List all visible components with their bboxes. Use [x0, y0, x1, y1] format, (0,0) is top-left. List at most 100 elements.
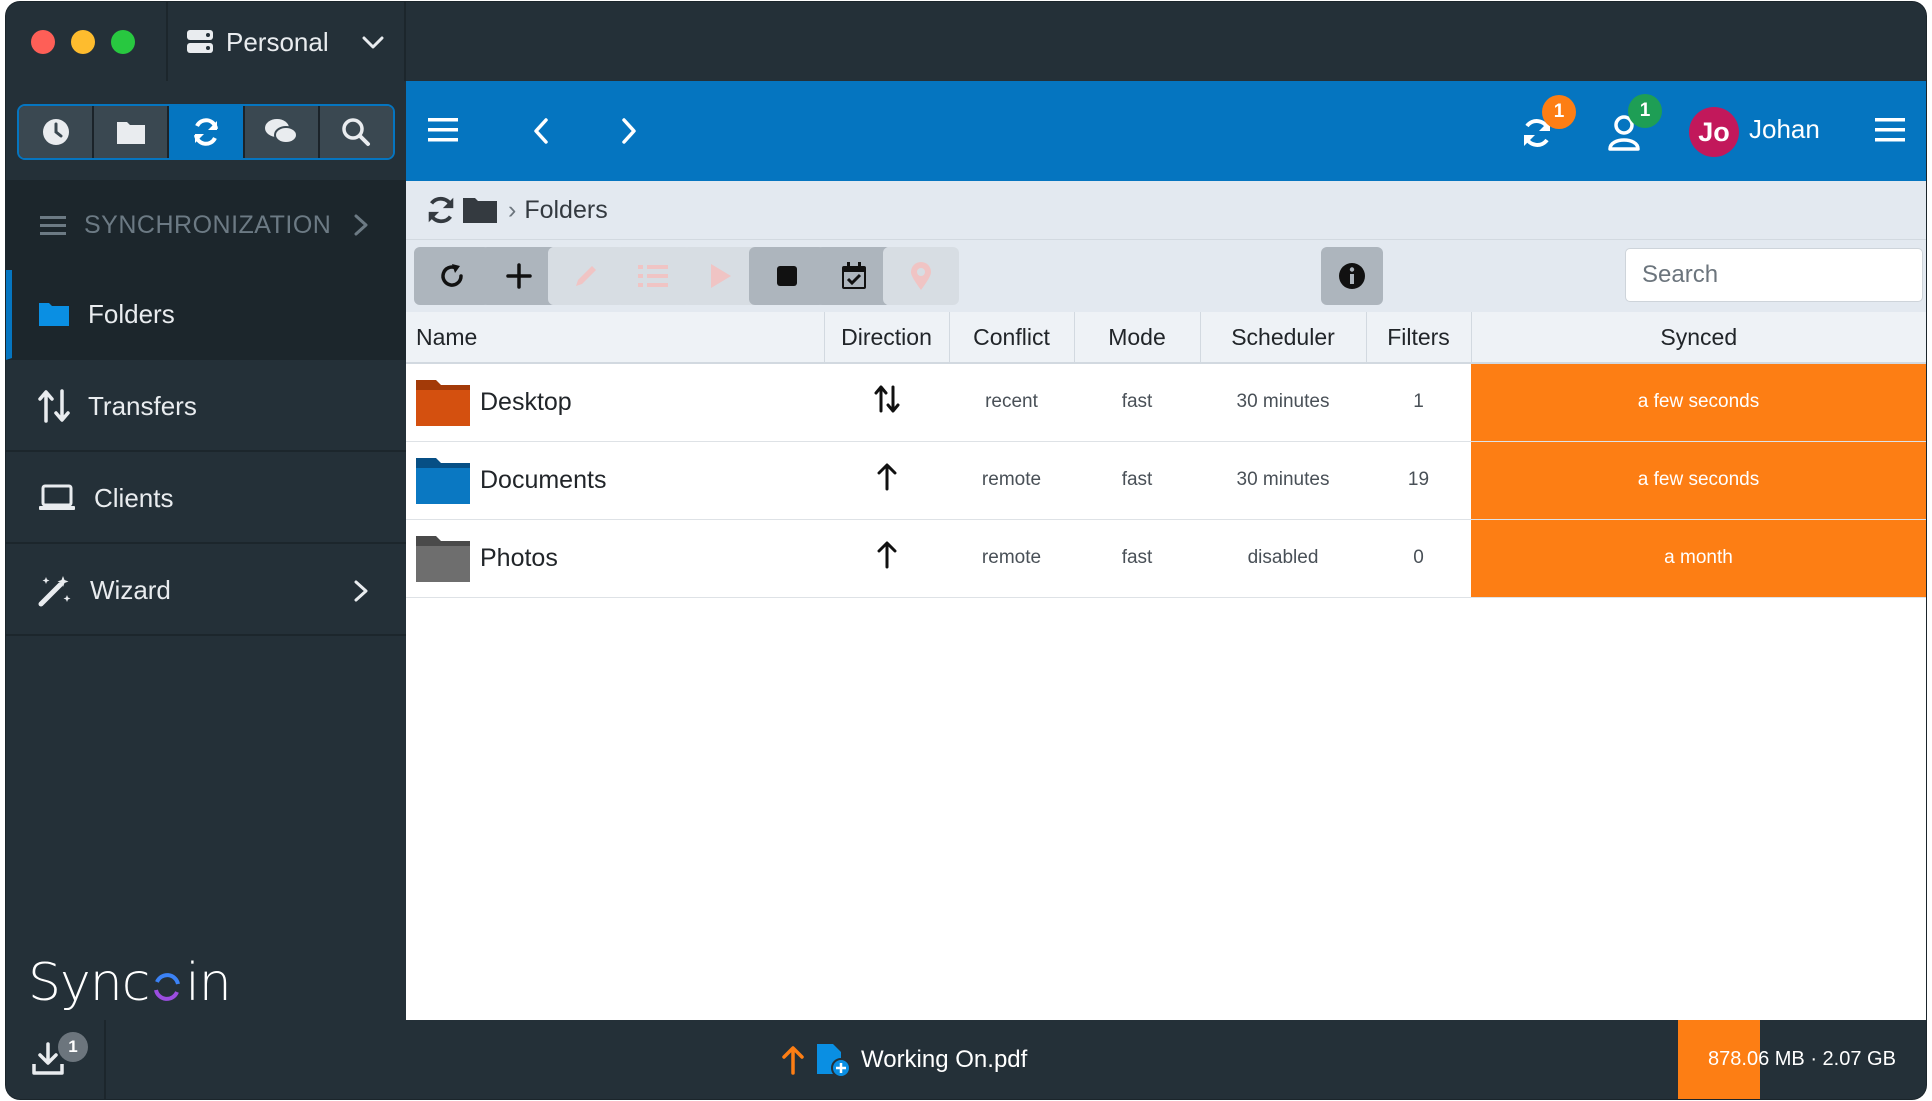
profile-selector[interactable]: Personal [186, 24, 384, 60]
cell-mode: fast [1074, 519, 1200, 598]
minimize-window-button[interactable] [71, 30, 95, 54]
stop-icon [777, 266, 797, 286]
refresh-button[interactable] [414, 247, 490, 305]
server-icon [187, 30, 213, 53]
back-icon[interactable] [531, 117, 551, 145]
play-icon [711, 264, 731, 288]
downloads-badge: 1 [58, 1032, 88, 1062]
divider [166, 2, 168, 81]
schedule-button[interactable] [816, 247, 892, 305]
column-header-scheduler[interactable]: Scheduler [1199, 312, 1366, 364]
folder-icon [416, 458, 470, 504]
wand-icon [38, 576, 71, 607]
cell-name: Desktop [406, 363, 824, 442]
sidebar-section-header[interactable]: SYNCHRONIZATION [6, 180, 406, 270]
start-sync-button[interactable] [682, 247, 758, 305]
table-header-row: Name Direction Conflict Mode Scheduler F… [406, 312, 1926, 364]
tab-sync[interactable] [169, 106, 245, 158]
folder-icon [416, 380, 470, 427]
sidebar-item-label: Transfers [88, 390, 197, 421]
sidebar-item-label: Clients [94, 482, 174, 513]
chevron-down-icon [362, 36, 384, 49]
file-add-icon [817, 1044, 851, 1078]
refresh-icon [441, 264, 463, 287]
app-window: Personal SYNCHRONIZATION Folders Transfe… [6, 2, 1926, 1099]
breadcrumb-separator: › [508, 195, 517, 224]
info-button[interactable] [1321, 247, 1383, 305]
folder-name: Documents [480, 465, 607, 494]
locate-button[interactable] [883, 247, 959, 305]
column-header-filters[interactable]: Filters [1365, 312, 1471, 364]
divider [104, 1020, 106, 1099]
table-row[interactable]: Desktop recent fast 30 minutes 1 a few s… [406, 363, 1926, 442]
sync-icon[interactable] [424, 193, 458, 227]
tab-recents[interactable] [19, 106, 95, 158]
stop-sync-button[interactable] [749, 247, 825, 305]
cell-direction [824, 519, 949, 598]
app-menu-icon[interactable] [1875, 117, 1905, 143]
column-header-direction[interactable]: Direction [823, 312, 949, 364]
cell-direction [824, 441, 949, 520]
tab-comments[interactable] [244, 106, 320, 158]
folder-icon [39, 303, 69, 326]
sidebar-item-clients[interactable]: Clients [6, 454, 406, 544]
logo-text-left: Sync [28, 953, 150, 1013]
users-badge-count: 1 [1639, 100, 1651, 121]
sync-badge: 1 [1542, 95, 1576, 129]
table-row[interactable]: Photos remote fast disabled 0 a month [406, 519, 1926, 598]
main-content: 1 1 Jo Johan › Folders Search Name Direc… [406, 81, 1926, 1020]
tab-files[interactable] [94, 106, 170, 158]
add-button[interactable] [481, 247, 557, 305]
direction-both-icon [874, 385, 899, 413]
sidebar-section-title: SYNCHRONIZATION [84, 210, 332, 239]
column-header-synced[interactable]: Synced [1470, 312, 1926, 364]
folder-icon [116, 122, 145, 144]
divider [404, 2, 406, 81]
search-icon [342, 118, 371, 146]
list-button[interactable] [615, 247, 691, 305]
forward-icon[interactable] [619, 117, 639, 145]
users-badge: 1 [1628, 94, 1662, 128]
sidebar-item-transfers[interactable]: Transfers [6, 362, 406, 452]
search-input[interactable] [1625, 248, 1923, 302]
cell-synced: a month [1471, 519, 1926, 598]
close-window-button[interactable] [31, 30, 55, 54]
menu-toggle-icon[interactable] [428, 117, 458, 143]
folder-icon[interactable] [462, 195, 498, 225]
sidebar: SYNCHRONIZATION Folders Transfers Client… [6, 81, 406, 1020]
sidebar-item-wizard[interactable]: Wizard [6, 546, 406, 636]
folder-name: Desktop [480, 387, 572, 416]
avatar[interactable]: Jo [1689, 107, 1739, 157]
direction-up-icon [877, 541, 896, 569]
folder-name: Photos [480, 543, 558, 572]
username[interactable]: Johan [1749, 114, 1820, 145]
tab-search[interactable] [319, 106, 393, 158]
sync-in-logo: Sync in [28, 953, 232, 1013]
top-bar: 1 1 Jo Johan [406, 81, 1926, 181]
title-bar: Personal [6, 2, 1926, 81]
chevron-right-icon [354, 214, 368, 236]
maximize-window-button[interactable] [111, 30, 135, 54]
cell-conflict: recent [949, 363, 1074, 442]
direction-up-icon [877, 463, 896, 491]
column-header-mode[interactable]: Mode [1073, 312, 1200, 364]
cell-synced: a few seconds [1471, 441, 1926, 520]
current-transfer[interactable]: Working On.pdf [781, 1042, 1027, 1078]
folder-icon [416, 536, 470, 582]
downloads-badge-count: 1 [68, 1037, 78, 1056]
cell-direction [824, 363, 949, 442]
table-row[interactable]: Documents remote fast 30 minutes 19 a fe… [406, 441, 1926, 520]
cell-conflict: remote [949, 519, 1074, 598]
add-icon [506, 263, 532, 289]
transfers-icon [38, 389, 70, 423]
breadcrumb-current: Folders [524, 195, 608, 224]
cell-filters: 0 [1366, 519, 1471, 598]
cell-mode: fast [1074, 441, 1200, 520]
column-header-name[interactable]: Name [406, 312, 824, 364]
column-header-conflict[interactable]: Conflict [948, 312, 1074, 364]
transfer-size: 878.06 MB · 2.07 GB [1708, 1048, 1896, 1070]
sidebar-item-folders[interactable]: Folders [6, 270, 406, 360]
list-icon [638, 265, 668, 287]
edit-button[interactable] [548, 247, 624, 305]
sidebar-tabs [17, 104, 395, 160]
